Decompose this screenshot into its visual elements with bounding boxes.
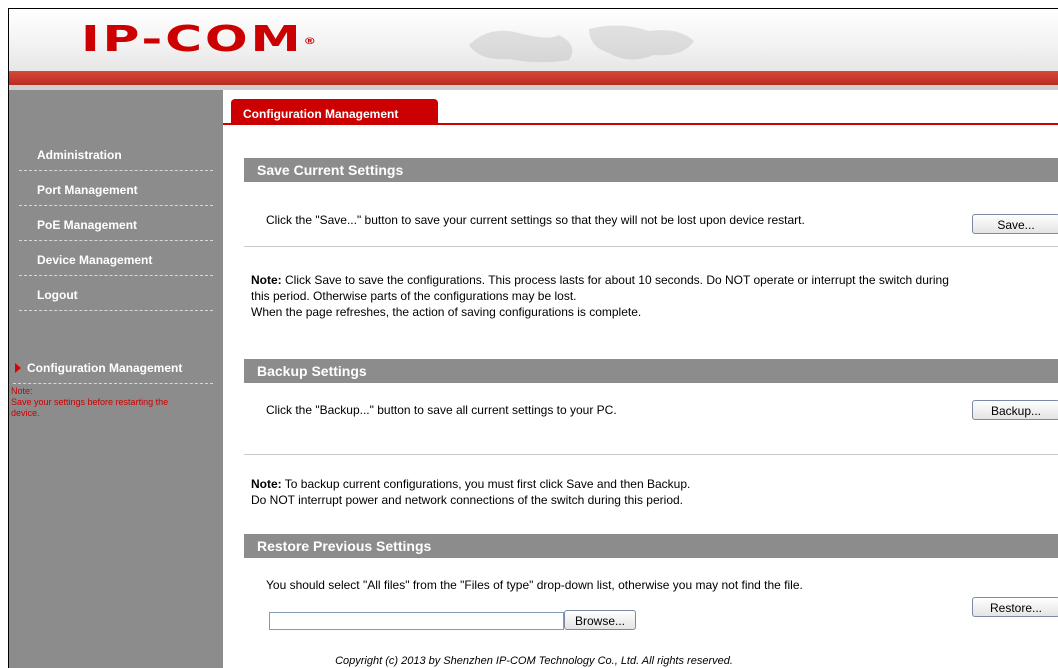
backup-description: Click the "Backup..." button to save all… bbox=[266, 403, 617, 417]
save-description: Click the "Save..." button to save your … bbox=[266, 213, 805, 227]
backup-note: Note: To backup current configurations, … bbox=[251, 477, 691, 507]
sidebar-note: Note: Save your settings before restarti… bbox=[11, 386, 211, 419]
sidebar-item-configuration-management[interactable]: Configuration Management bbox=[13, 348, 213, 384]
ip-com-logo: IP-COM® bbox=[81, 19, 317, 60]
divider bbox=[244, 454, 1058, 455]
copyright-footer: Copyright (c) 2013 by Shenzhen IP-COM Te… bbox=[335, 655, 733, 667]
note-label: Note: bbox=[251, 273, 282, 287]
sidebar-note-text: Save your settings before restarting the… bbox=[11, 397, 169, 418]
header: IP-COM® bbox=[9, 9, 1058, 71]
sidebar-item-port-management[interactable]: Port Management bbox=[19, 170, 213, 206]
divider bbox=[244, 246, 1058, 247]
world-map-decoration bbox=[469, 25, 694, 63]
triangle-right-icon bbox=[15, 363, 21, 373]
save-button[interactable]: Save... bbox=[972, 214, 1058, 234]
sidebar-item-device-management[interactable]: Device Management bbox=[19, 240, 213, 276]
app-frame: IP-COM® Administration Port Management P… bbox=[8, 8, 1058, 668]
header-red-bar bbox=[9, 71, 1058, 85]
tab-configuration-management[interactable]: Configuration Management bbox=[231, 99, 438, 125]
sidebar-item-logout[interactable]: Logout bbox=[19, 275, 213, 311]
sidebar-item-poe-management[interactable]: PoE Management bbox=[19, 205, 213, 241]
sidebar-item-administration[interactable]: Administration bbox=[19, 135, 213, 171]
backup-section-header: Backup Settings bbox=[244, 359, 1058, 383]
file-path-input[interactable] bbox=[269, 612, 564, 630]
note-label: Note: bbox=[251, 477, 282, 491]
restore-button[interactable]: Restore... bbox=[972, 597, 1058, 617]
sidebar: Administration Port Management PoE Manag… bbox=[9, 90, 223, 668]
backup-button[interactable]: Backup... bbox=[972, 400, 1058, 420]
sidebar-note-title: Note: bbox=[11, 386, 33, 396]
browse-button[interactable]: Browse... bbox=[564, 610, 636, 630]
save-section-header: Save Current Settings bbox=[244, 158, 1058, 182]
restore-section-header: Restore Previous Settings bbox=[244, 534, 1058, 558]
save-note: Note: Click Save to save the configurati… bbox=[251, 273, 949, 319]
restore-description: You should select "All files" from the "… bbox=[266, 578, 803, 592]
